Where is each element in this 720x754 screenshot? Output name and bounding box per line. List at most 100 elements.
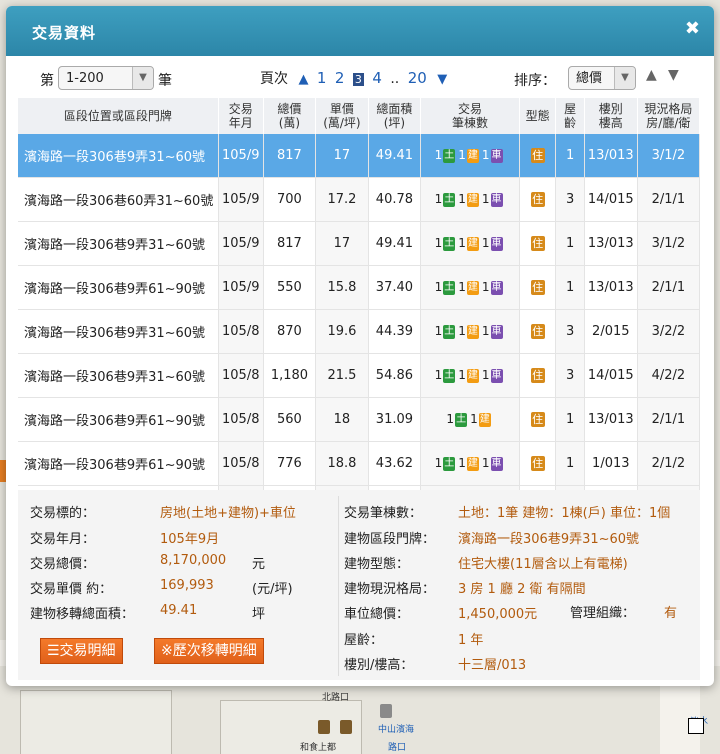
next-page-icon[interactable]: ▼: [437, 72, 447, 87]
page-link-1[interactable]: 1: [317, 69, 327, 87]
header-line2: (萬/坪): [323, 116, 361, 130]
table-row[interactable]: 濱海路一段306巷9弄61~90號 105/8 560 18 31.09 1 土 1 建住 1 13…: [18, 397, 701, 442]
cell-unit: 17: [315, 134, 369, 178]
building-badge: 建: [466, 324, 479, 339]
cell-address: 濱海路一段306巷9弄61~90號: [18, 441, 219, 486]
cell-total: 700: [263, 177, 317, 222]
header-line1: 現況格局: [644, 102, 693, 116]
header-line1: 交易: [458, 102, 483, 116]
sort-ascending-icon[interactable]: ▲: [646, 67, 657, 83]
restaurant-icon[interactable]: [340, 720, 352, 734]
table-row[interactable]: 濱海路一段306巷9弄31~60號 105/8 1,180 21.5 54.86 1 土 1 建…: [18, 353, 701, 398]
detail-left-value: 169,993: [160, 578, 214, 593]
sort-descending-icon[interactable]: ▼: [668, 67, 679, 83]
page-link-last[interactable]: 20: [408, 69, 427, 87]
map-square-marker[interactable]: [688, 718, 704, 734]
cell-area: 49.41: [368, 221, 422, 266]
map-label-stop: 路口: [388, 743, 407, 753]
building-badge: 建: [466, 456, 479, 471]
count-car: 1: [481, 236, 490, 250]
mgmt-label: 管理組織：: [570, 606, 636, 621]
count-car: 1: [481, 456, 490, 470]
cell-layout: 2/1/1: [637, 177, 701, 222]
table-row[interactable]: 濱海路一段306巷9弄61~90號 105/8 776 18.8 43.62 1 土 1 建 1 車…: [18, 441, 701, 486]
type-badge: 住: [530, 192, 545, 207]
car-badge: 車: [490, 280, 503, 295]
cell-count: 1土1建1車: [420, 353, 520, 398]
building-badge: 建: [466, 236, 479, 251]
cell-area: 31.09: [368, 397, 422, 442]
count-car: 1: [481, 324, 490, 338]
cell-total: 817: [263, 134, 317, 178]
type-badge: 住: [530, 280, 545, 295]
page-link-4[interactable]: 4: [372, 69, 382, 87]
cell-address: 濱海路一段306巷9弄31~60號: [18, 134, 219, 178]
cell-total: 870: [263, 309, 317, 354]
mgmt-value: 有: [664, 606, 678, 621]
restaurant-icon[interactable]: [318, 720, 330, 734]
map-label-restaurant: 和食上都: [300, 743, 337, 753]
sort-label: 排序：: [514, 73, 556, 89]
cell-count: 1土1建1車: [420, 134, 520, 178]
cell-unit: 17.2: [315, 177, 369, 222]
transfer-history-button[interactable]: ※歷次移轉明細: [154, 638, 264, 664]
count-land: 1: [434, 192, 443, 206]
bus-stop-icon[interactable]: [380, 704, 392, 718]
count-car: 1: [481, 280, 490, 294]
cell-count: 1土1建1車: [420, 441, 520, 486]
type-badge: 住: [530, 236, 545, 251]
cell-layout: 2/1/2: [637, 441, 701, 486]
cell-floor: 13/013: [584, 397, 638, 442]
detail-right-label: 屋齡：: [344, 633, 384, 648]
detail-left-value: 8,170,000: [160, 553, 227, 568]
header-line1: 總面積: [376, 102, 413, 116]
type-badge: 住: [530, 148, 545, 163]
detail-right-value: 1,450,000元: [458, 607, 538, 622]
detail-right-label: 樓別/樓高：: [344, 658, 414, 673]
count-land: 1: [434, 236, 443, 250]
prev-page-icon[interactable]: ▲: [298, 72, 308, 87]
cell-total: 560: [263, 397, 317, 442]
building-badge: 建: [466, 368, 479, 383]
cell-count: 1土1建1車: [420, 309, 520, 354]
cell-total: 776: [263, 441, 317, 486]
header-line1: 區段位置或區段門牌: [63, 109, 172, 123]
table-row[interactable]: 濱海路一段306巷9弄31~60號 105/9 817 17 49.41 1 土 1 建 1 車住 1…: [18, 221, 701, 266]
count-building: 1: [458, 324, 466, 338]
header-line2: (萬): [278, 116, 301, 130]
header-col-area: 總面積 (坪): [368, 98, 422, 134]
header-col-age: 屋齡: [555, 98, 585, 134]
page-link-2[interactable]: 2: [335, 69, 345, 87]
type-badge: 住: [530, 324, 545, 339]
table-row[interactable]: 濱海路一段306巷60弄31~60號 105/9 700 17.2 40.78 1 土 1 建 1…: [18, 177, 701, 222]
cell-age: 1: [555, 134, 585, 178]
cell-layout: 4/2/2: [637, 353, 701, 398]
header-line1: 交易: [228, 102, 253, 116]
header-line1: 單價: [329, 102, 354, 116]
land-badge: 土: [443, 280, 456, 295]
cell-count: 1土1建1車: [420, 221, 520, 266]
building-badge: 建: [466, 280, 479, 295]
car-badge: 車: [490, 324, 503, 339]
cell-address: 濱海路一段306巷9弄31~60號: [18, 309, 219, 354]
cell-unit: 19.6: [315, 309, 369, 354]
cell-total: 817: [263, 221, 317, 266]
close-icon[interactable]: ✖: [685, 18, 700, 39]
table-row[interactable]: 濱海路一段306巷9弄31~60號 105/8 870 19.6 44.39 1 土 1 建 1 車…: [18, 309, 701, 354]
pager: 頁次 ▲ 1 2 3 4 .. 20 ▼: [260, 68, 447, 88]
detail-right-value: 土地：1筆 建物：1棟(戶) 車位：1個: [458, 506, 671, 521]
header-line2: 年月: [228, 116, 253, 130]
count-land: 1: [446, 412, 455, 426]
cell-type: 住: [519, 177, 557, 222]
cell-unit: 21.5: [315, 353, 369, 398]
transaction-detail-button[interactable]: ☰交易明細: [40, 638, 123, 664]
count-building: 1: [458, 280, 466, 294]
sort-select[interactable]: 總價 ▼: [568, 66, 636, 90]
table-row[interactable]: 濱海路一段306巷9弄31~60號 105/9 817 17 49.41 1 土 1 建 1 車住 1…: [18, 134, 701, 178]
detail-left-label: 交易標的：: [30, 506, 96, 521]
table-row[interactable]: 濱海路一段306巷9弄61~90號 105/9 550 15.8 37.40 1 土 1 建 1 車…: [18, 265, 701, 310]
page-range-select[interactable]: 1-200 ▼: [58, 66, 154, 90]
cell-floor: 14/015: [584, 353, 638, 398]
page-prefix: 第: [40, 73, 54, 89]
cell-layout: 3/1/2: [637, 134, 701, 178]
